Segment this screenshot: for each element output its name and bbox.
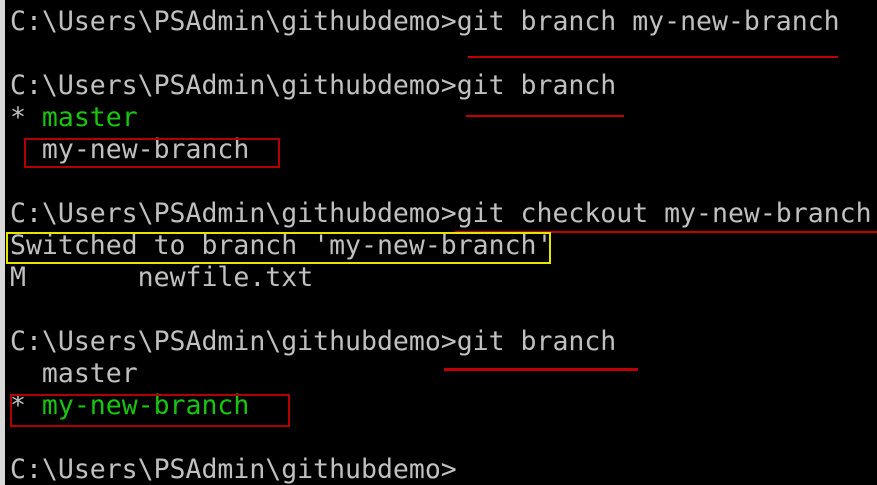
current-branch-marker: *: [10, 102, 42, 133]
annotation-underline: [466, 115, 624, 117]
file-status-code: M: [10, 262, 26, 293]
branch-list-item-master: * master: [10, 102, 138, 134]
terminal-window[interactable]: C:\Users\PSAdmin\githubdemo>git branch m…: [0, 0, 877, 485]
branch-indent: [10, 358, 42, 389]
annotation-box: [6, 232, 551, 264]
command-line-branch-list-2: C:\Users\PSAdmin\githubdemo>git branch: [10, 326, 617, 357]
command-line-branch-list: C:\Users\PSAdmin\githubdemo>git branch: [10, 70, 617, 101]
branch-list-item-master: master: [10, 358, 138, 390]
command-prompt[interactable]: C:\Users\PSAdmin\githubdemo>: [10, 454, 457, 485]
window-border: [0, 0, 5, 485]
annotation-underline: [444, 368, 638, 371]
file-name: newfile.txt: [137, 262, 314, 293]
file-status-gap: [26, 262, 138, 293]
annotation-box: [10, 394, 290, 427]
annotation-underline: [468, 56, 838, 58]
command-line-branch-create: C:\Users\PSAdmin\githubdemo>git branch m…: [10, 6, 840, 37]
branch-name: master: [41, 102, 138, 133]
modified-file-status: M newfile.txt: [10, 262, 313, 294]
command-line-checkout: C:\Users\PSAdmin\githubdemo>git checkout…: [10, 198, 872, 229]
branch-name: master: [41, 358, 138, 389]
annotation-box: [24, 138, 280, 168]
